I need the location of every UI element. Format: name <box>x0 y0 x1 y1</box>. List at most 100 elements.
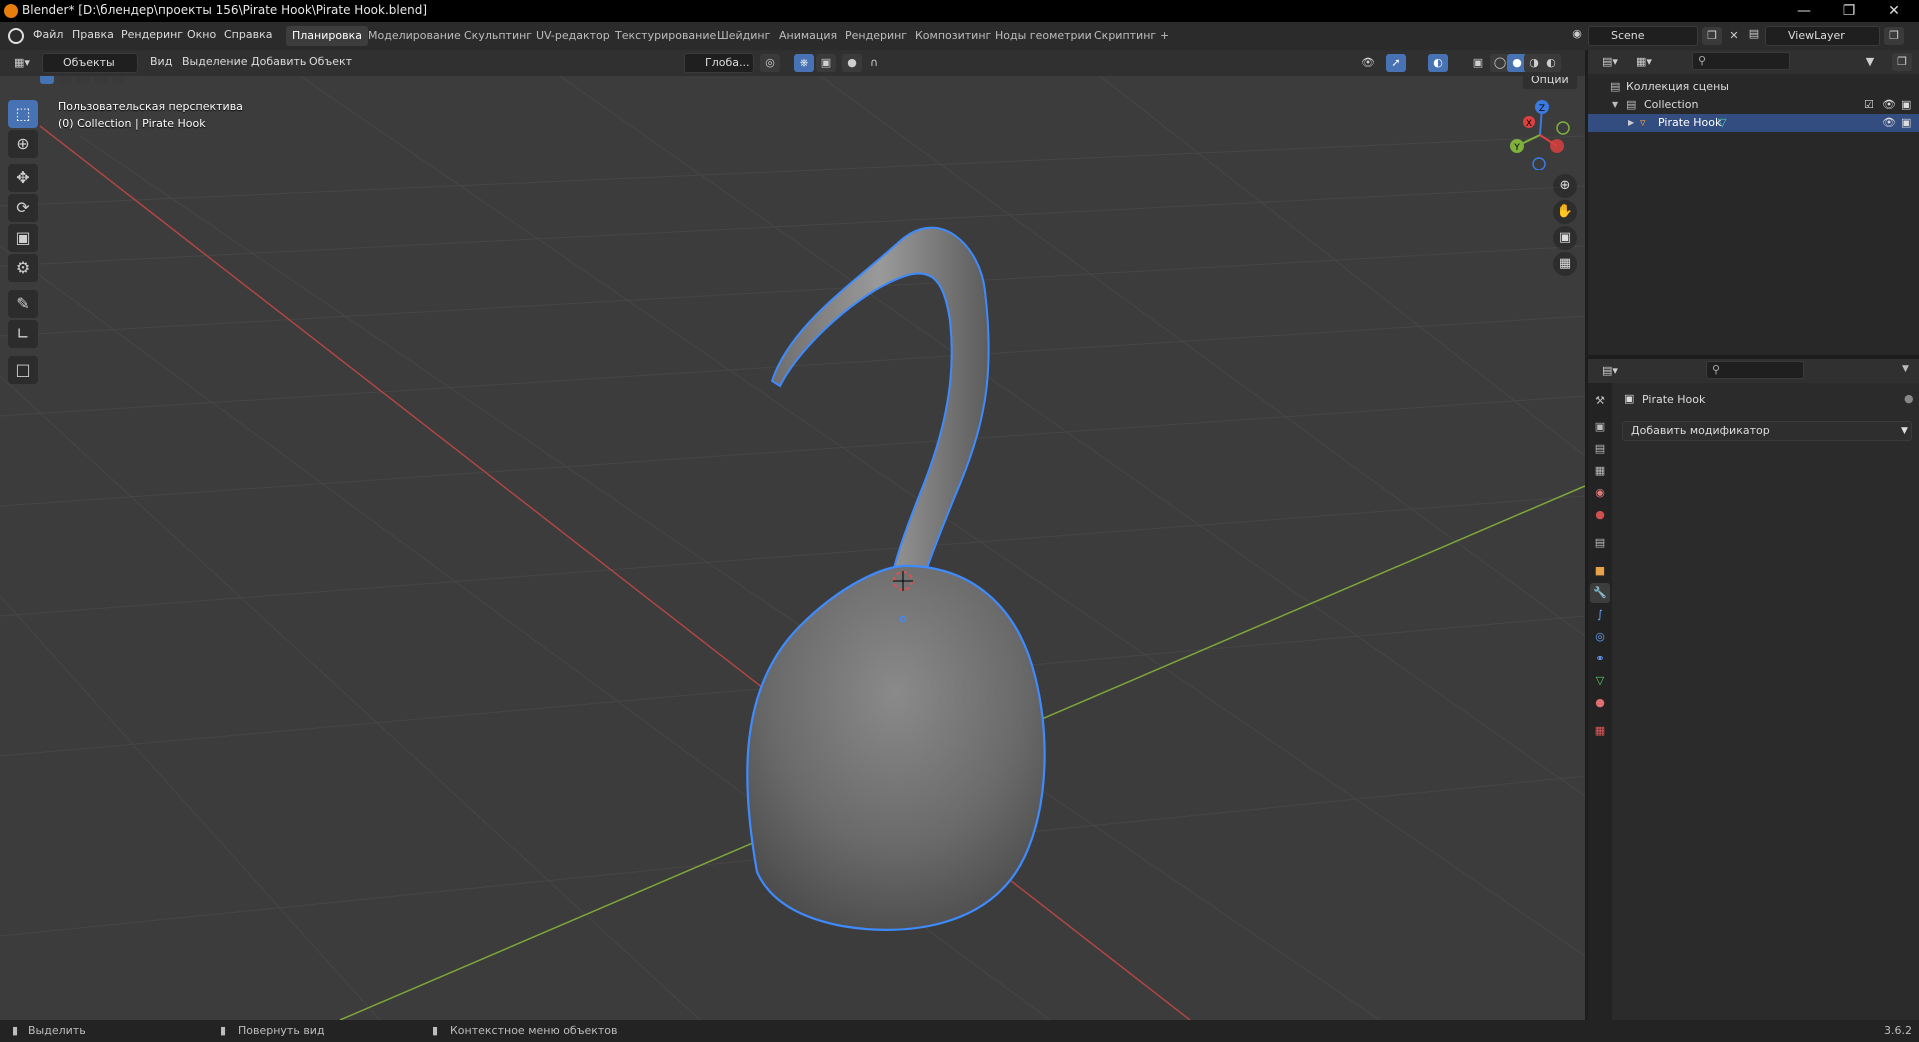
pin-icon[interactable]: ● <box>1904 392 1914 405</box>
collection-render-icon[interactable]: ▣ <box>1901 96 1911 114</box>
outliner-row-scene-collection[interactable]: ▤ Коллекция сцены <box>1588 78 1919 96</box>
menu-add[interactable]: Добавить <box>251 55 306 68</box>
transform-icon[interactable]: ⚙ <box>8 254 38 282</box>
minimize-icon[interactable]: — <box>1784 1 1824 21</box>
modifier-tab-icon[interactable]: 🔧 <box>1590 583 1610 603</box>
transform-orientation-selector[interactable]: Глоба... <box>684 53 754 73</box>
render-tab-icon[interactable]: ▣ <box>1590 417 1610 437</box>
menu-select[interactable]: Выделение <box>182 55 248 68</box>
view-layer-icon[interactable]: ▤ <box>1745 27 1763 45</box>
properties-options-icon[interactable]: ▼ <box>1902 364 1909 374</box>
options-dropdown[interactable]: Опции <box>1522 76 1578 90</box>
zoom-icon[interactable]: ⊕ <box>1553 174 1577 198</box>
tab-compositing[interactable]: Композитинг <box>909 26 997 46</box>
tab-uv-editing[interactable]: UV-редактор <box>530 26 616 46</box>
pan-hand-icon[interactable]: ✋ <box>1553 200 1577 224</box>
exclude-checkbox[interactable]: ☑ <box>1864 96 1874 114</box>
filter-icon[interactable]: ▼ <box>1860 53 1880 71</box>
restore-icon[interactable]: ❐ <box>1829 1 1869 21</box>
rendered-shading-icon[interactable]: ◐ <box>1541 54 1561 72</box>
scene-icon[interactable]: ◉ <box>1568 27 1586 45</box>
object-tab-icon[interactable]: ■ <box>1590 561 1610 581</box>
texture-tab-icon[interactable]: ▦ <box>1590 721 1610 741</box>
view-layer-selector[interactable]: ViewLayer <box>1765 26 1880 46</box>
move-icon[interactable]: ✥ <box>8 164 38 192</box>
expand-collection-icon[interactable]: ▼ <box>1612 96 1618 114</box>
menu-help[interactable]: Справка <box>224 28 272 41</box>
tab-sculpting[interactable]: Скульптинг <box>458 26 538 46</box>
properties-editor-type-icon[interactable]: ▤▾ <box>1596 362 1624 380</box>
select-mode-invert-icon[interactable] <box>94 76 108 84</box>
cursor-icon[interactable]: ⊕ <box>8 130 38 158</box>
tab-texture-paint[interactable]: Текстурирование <box>609 26 722 46</box>
scene-selector[interactable]: Scene <box>1588 26 1698 46</box>
3d-cursor-icon[interactable] <box>893 571 913 591</box>
perspective-grid-icon[interactable]: ▦ <box>1553 252 1577 276</box>
menu-window[interactable]: Окно <box>187 28 216 41</box>
view-layer-tab-icon[interactable]: ▦ <box>1590 461 1610 481</box>
menu-render[interactable]: Рендеринг <box>121 28 183 41</box>
display-mode-icon[interactable]: ▦▾ <box>1630 53 1658 71</box>
new-scene-icon[interactable]: ❐ <box>1702 27 1722 45</box>
overlays-toggle-icon[interactable]: ◐ <box>1428 54 1448 72</box>
snap-target-icon[interactable]: ▣ <box>816 54 836 72</box>
tab-shading[interactable]: Шейдинг <box>711 26 776 46</box>
particles-tab-icon[interactable]: ∫ <box>1590 605 1610 625</box>
select-mode-extend-icon[interactable] <box>58 76 72 84</box>
expand-object-icon[interactable]: ▶ <box>1628 114 1634 132</box>
viewport-canvas[interactable] <box>0 76 1585 1020</box>
new-view-layer-icon[interactable]: ❐ <box>1884 27 1904 45</box>
collection-tab-icon[interactable]: ▤ <box>1590 533 1610 553</box>
mode-selector[interactable]: Объекты <box>42 53 138 73</box>
select-box-icon[interactable]: ⬚ <box>8 100 38 128</box>
material-tab-icon[interactable]: ● <box>1590 693 1610 713</box>
close-icon[interactable]: ✕ <box>1874 1 1914 21</box>
physics-tab-icon[interactable]: ◎ <box>1590 627 1610 647</box>
annotate-icon[interactable]: ✎ <box>8 290 38 318</box>
tab-modeling[interactable]: Моделирование <box>362 26 467 46</box>
hook-curve[interactable] <box>770 226 990 602</box>
tool-tab-icon[interactable]: ⚒ <box>1590 391 1610 411</box>
camera-icon[interactable]: ▣ <box>1553 226 1577 250</box>
new-collection-icon[interactable]: ❐ <box>1892 53 1912 71</box>
constraints-tab-icon[interactable]: ⚭ <box>1590 649 1610 669</box>
add-cube-icon[interactable]: □ <box>8 356 38 384</box>
tab-rendering[interactable]: Рендеринг <box>839 26 913 46</box>
menu-view[interactable]: Вид <box>150 55 172 68</box>
rotate-icon[interactable]: ⟳ <box>8 194 38 222</box>
properties-search-input[interactable] <box>1706 361 1804 379</box>
scale-icon[interactable]: ▣ <box>8 224 38 252</box>
tab-geometry-nodes[interactable]: Ноды геометрии <box>989 26 1098 46</box>
select-mode-intersect-icon[interactable] <box>112 76 126 84</box>
delete-scene-icon[interactable]: ✕ <box>1724 27 1744 45</box>
pivot-point-icon[interactable]: ◎ <box>760 54 780 72</box>
menu-object[interactable]: Объект <box>309 55 352 68</box>
blender-menu-icon[interactable] <box>8 28 24 44</box>
outliner-editor-type-icon[interactable]: ▤▾ <box>1596 53 1624 71</box>
falloff-icon[interactable]: ∩ <box>864 54 884 72</box>
world-tab-icon[interactable]: ● <box>1590 505 1610 525</box>
output-tab-icon[interactable]: ▤ <box>1590 439 1610 459</box>
object-render-icon[interactable]: ▣ <box>1901 114 1911 132</box>
select-mode-new-icon[interactable] <box>40 76 54 84</box>
scene-tab-icon[interactable]: ◉ <box>1590 483 1610 503</box>
collection-visibility-icon[interactable]: 👁 <box>1882 96 1896 114</box>
outliner-search-input[interactable] <box>1692 52 1790 70</box>
tab-scripting[interactable]: Скриптинг <box>1088 26 1162 46</box>
data-tab-icon[interactable]: ▽ <box>1590 671 1610 691</box>
add-modifier-button[interactable]: Добавить модификатор ▼ <box>1622 421 1912 441</box>
proportional-edit-icon[interactable]: ● <box>842 54 862 72</box>
viewport-3d[interactable]: ⬚ ⊕ ✥ ⟳ ▣ ⚙ ✎ ∟ □ Пользовательская персп… <box>0 76 1585 1020</box>
editor-type-icon[interactable]: ▦▾ <box>8 54 36 72</box>
object-visibility-icon[interactable]: 👁 <box>1882 114 1896 132</box>
measure-icon[interactable]: ∟ <box>8 320 38 348</box>
mesh-data-icon[interactable]: ▽ <box>1718 114 1726 132</box>
snap-icon[interactable]: ⎈ <box>794 54 814 72</box>
menu-file[interactable]: Файл <box>33 28 63 41</box>
tab-layout[interactable]: Планировка <box>286 26 368 46</box>
navigation-gizmo[interactable]: Z Y X <box>1505 100 1575 170</box>
add-workspace-button[interactable]: + <box>1154 26 1175 46</box>
outliner-row-collection[interactable]: ▼ ▤ Collection ☑ 👁 ▣ <box>1588 96 1919 114</box>
xray-toggle-icon[interactable]: ▣ <box>1468 54 1488 72</box>
gizmo-toggle-icon[interactable]: ➚ <box>1386 54 1406 72</box>
